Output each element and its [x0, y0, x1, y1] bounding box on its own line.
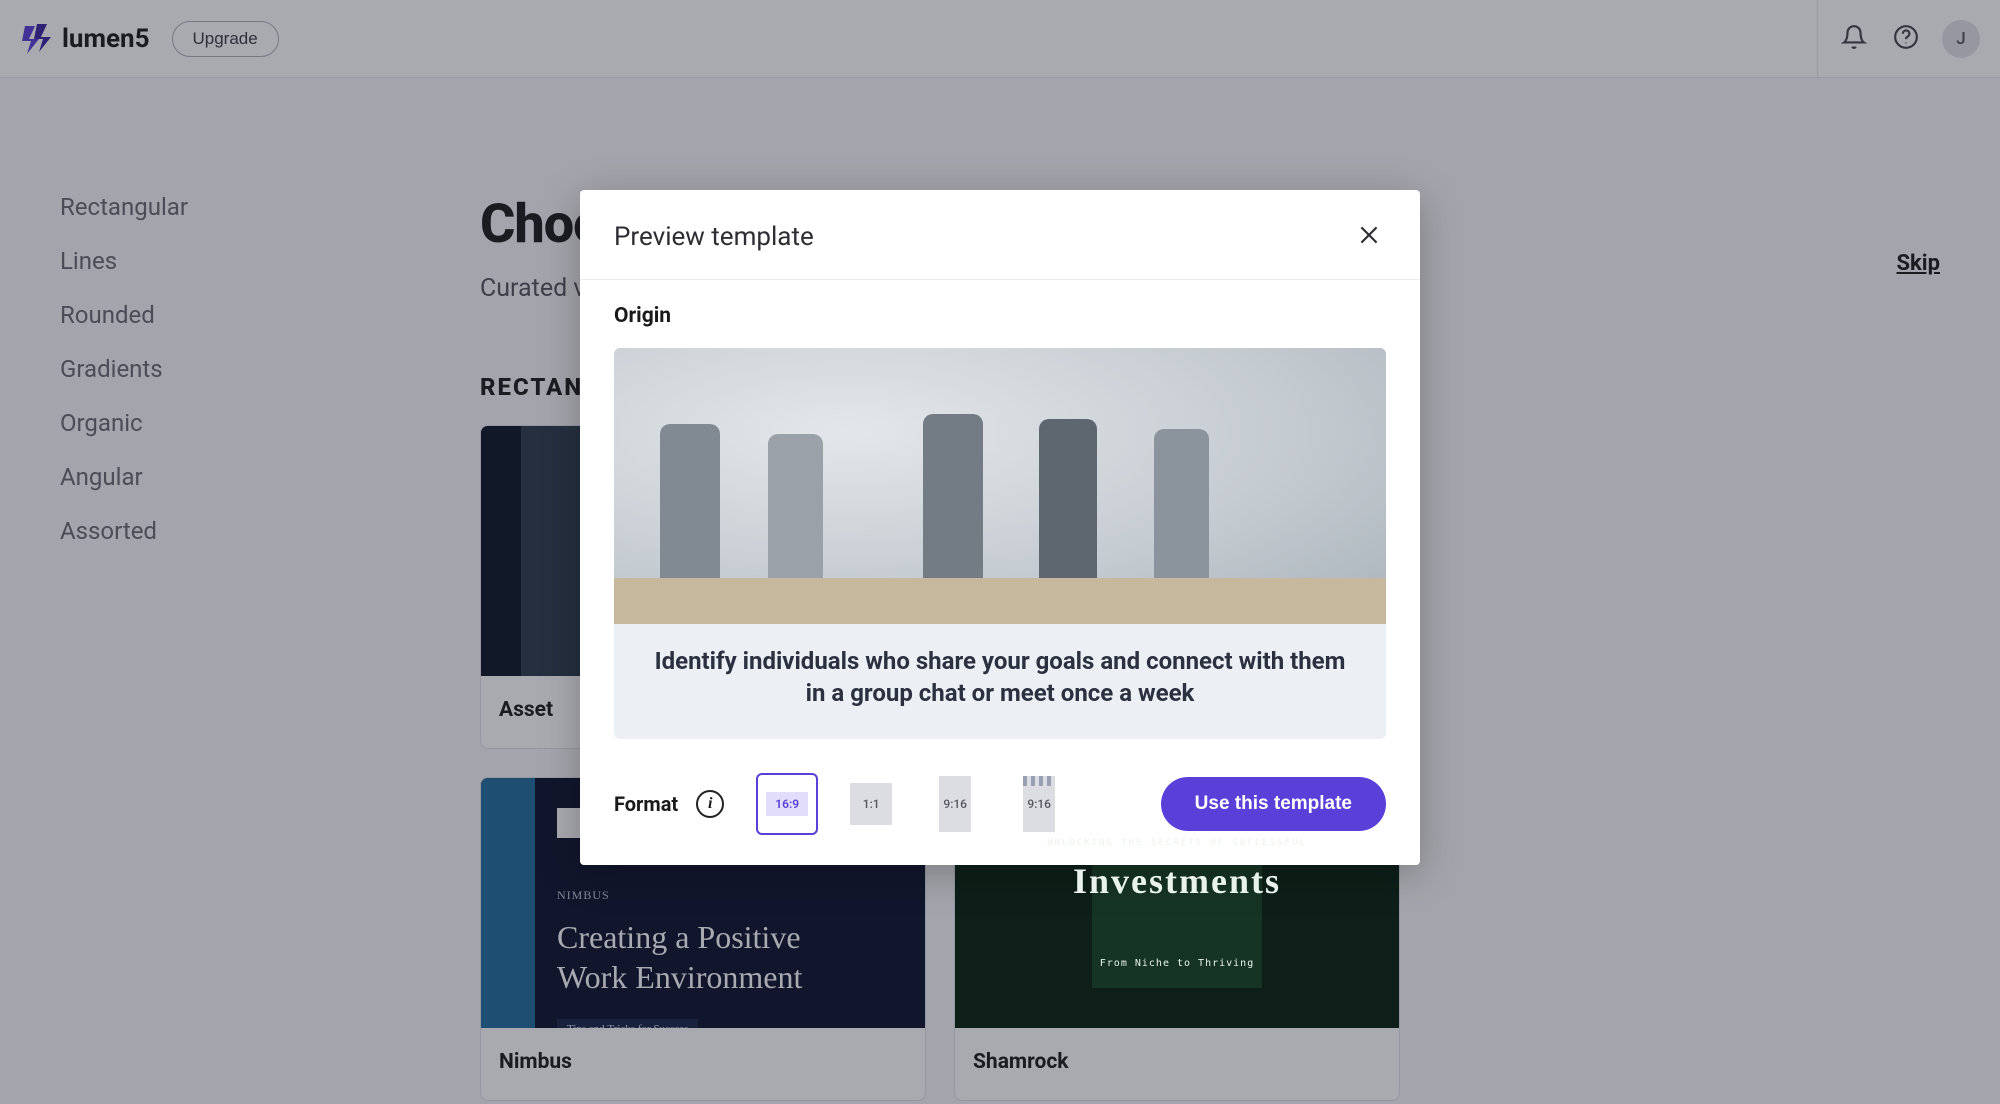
modal-body: Origin Identify individuals who share yo… — [580, 280, 1420, 865]
info-icon[interactable]: i — [696, 790, 724, 818]
ratio-label: 1:1 — [850, 783, 892, 825]
aspect-ratio-group: 16:9 1:1 9:16 9:16 — [756, 773, 1070, 835]
thumb-sub: From Niche to Thriving — [1100, 958, 1254, 969]
thumb-kicker: UNLOCKING THE SECRETS OF SUCCESSFUL — [1047, 838, 1307, 848]
ratio-label: 9:16 — [939, 776, 971, 832]
modal-close-button[interactable] — [1352, 218, 1386, 255]
preview-template-modal: Preview template Origin Identify individ… — [580, 190, 1420, 865]
preview-caption-text: Identify individuals who share your goal… — [650, 646, 1350, 709]
format-label: Format — [614, 792, 678, 816]
modal-title: Preview template — [614, 222, 814, 252]
thumb-headline: Investments — [1073, 860, 1281, 902]
ratio-label: 9:16 — [1023, 776, 1055, 832]
ratio-label: 16:9 — [766, 792, 808, 816]
preview-hero-image — [614, 348, 1386, 624]
modal-footer: Format i 16:9 1:1 9:16 9:16 Use this tem… — [614, 773, 1386, 835]
template-preview: Identify individuals who share your goal… — [614, 348, 1386, 739]
ratio-option-1-1[interactable]: 1:1 — [840, 773, 902, 835]
ratio-option-16-9[interactable]: 16:9 — [756, 773, 818, 835]
preview-caption: Identify individuals who share your goal… — [614, 624, 1386, 739]
ratio-option-9-16[interactable]: 9:16 — [924, 773, 986, 835]
preview-template-name: Origin — [614, 304, 1386, 328]
modal-header: Preview template — [580, 190, 1420, 280]
ratio-option-9-16-alt[interactable]: 9:16 — [1008, 773, 1070, 835]
close-icon — [1356, 236, 1382, 251]
use-this-template-button[interactable]: Use this template — [1161, 777, 1386, 831]
